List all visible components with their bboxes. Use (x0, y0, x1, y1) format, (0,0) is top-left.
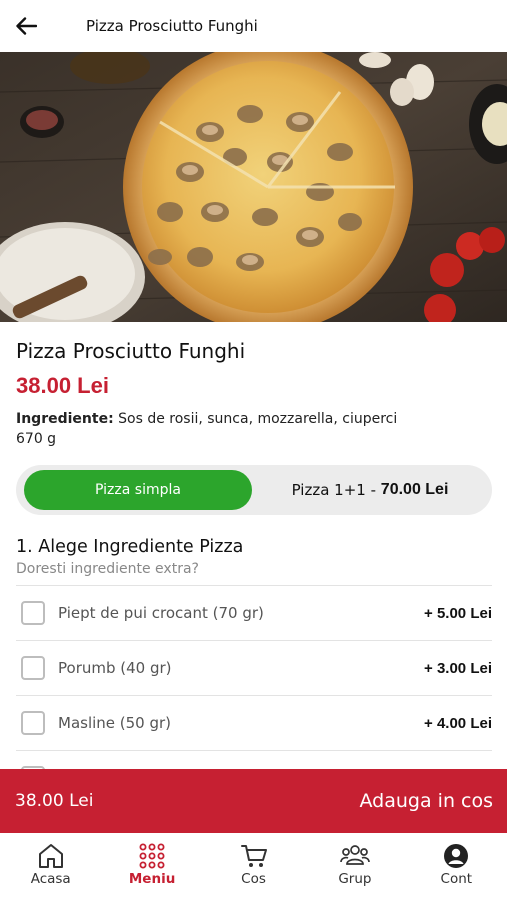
cart-icon (239, 842, 269, 870)
product-price: 38.00 Lei (16, 373, 109, 398)
bottom-navigation: Acasa Meniu Cos Grup Cont (0, 833, 507, 900)
nav-item-cont[interactable]: Cont (406, 833, 507, 900)
product-title: Pizza Prosciutto Funghi (16, 339, 246, 363)
nav-item-cos[interactable]: Cos (203, 833, 304, 900)
extra-option-row[interactable]: Porumb (40 gr) + 3.00 Lei (16, 640, 492, 695)
variant-simple-button[interactable]: Pizza simpla (24, 470, 252, 510)
ingredients-text: Sos de rosii, sunca, mozzarella, ciuperc… (118, 411, 398, 427)
nav-label: Cos (241, 871, 266, 887)
nav-item-acasa[interactable]: Acasa (0, 833, 101, 900)
add-to-cart-bar[interactable]: 38.00 Lei Adauga in cos (0, 769, 507, 833)
cart-total: 38.00 Lei (15, 791, 94, 811)
product-weight: 670 g (16, 431, 57, 447)
option-price: + 3.00 Lei (424, 659, 492, 677)
option-label: Porumb (40 gr) (58, 659, 172, 677)
extra-option-row[interactable]: Masline (50 gr) + 4.00 Lei (16, 695, 492, 750)
option-label: Masline (50 gr) (58, 714, 172, 732)
option-price: + 5.00 Lei (424, 604, 492, 622)
variant-double-label: Pizza 1+1 - (291, 481, 381, 499)
top-bar: Pizza Prosciutto Funghi (0, 0, 507, 52)
ingredients-block: Ingrediente: Sos de rosii, sunca, mozzar… (16, 409, 492, 449)
nav-item-grup[interactable]: Grup (304, 833, 405, 900)
option-price: + 4.00 Lei (424, 714, 492, 732)
add-to-cart-button[interactable]: Adauga in cos (360, 790, 493, 812)
nav-item-meniu[interactable]: Meniu (101, 833, 202, 900)
option-checkbox[interactable] (21, 656, 45, 680)
page-title: Pizza Prosciutto Funghi (86, 17, 258, 35)
back-arrow-icon (16, 17, 37, 35)
nav-label: Grup (338, 871, 372, 887)
nav-label: Meniu (128, 871, 176, 887)
section-subtitle: Doresti ingrediente extra? (16, 561, 199, 577)
ingredients-label: Ingrediente: (16, 411, 114, 427)
variant-selector: Pizza simpla Pizza 1+1 - 70.00 Lei (16, 465, 492, 515)
product-image (0, 52, 507, 322)
option-checkbox[interactable] (21, 711, 45, 735)
option-checkbox[interactable] (21, 601, 45, 625)
option-label: Piept de pui crocant (70 gr) (58, 604, 264, 622)
nav-label: Acasa (30, 871, 71, 887)
group-icon (340, 842, 370, 870)
account-icon (441, 842, 471, 870)
home-icon (36, 842, 66, 870)
variant-double-button[interactable]: Pizza 1+1 - 70.00 Lei (252, 470, 488, 510)
nav-label: Cont (440, 871, 473, 887)
variant-simple-label: Pizza simpla (95, 482, 181, 498)
product-details: Pizza Prosciutto Funghi 38.00 Lei Ingred… (16, 336, 492, 805)
extra-option-row[interactable]: Piept de pui crocant (70 gr) + 5.00 Lei (16, 585, 492, 640)
section-title: 1. Alege Ingrediente Pizza (16, 537, 244, 557)
variant-double-price: 70.00 Lei (380, 481, 449, 498)
back-button[interactable] (0, 0, 52, 52)
menu-grid-icon (137, 842, 167, 870)
